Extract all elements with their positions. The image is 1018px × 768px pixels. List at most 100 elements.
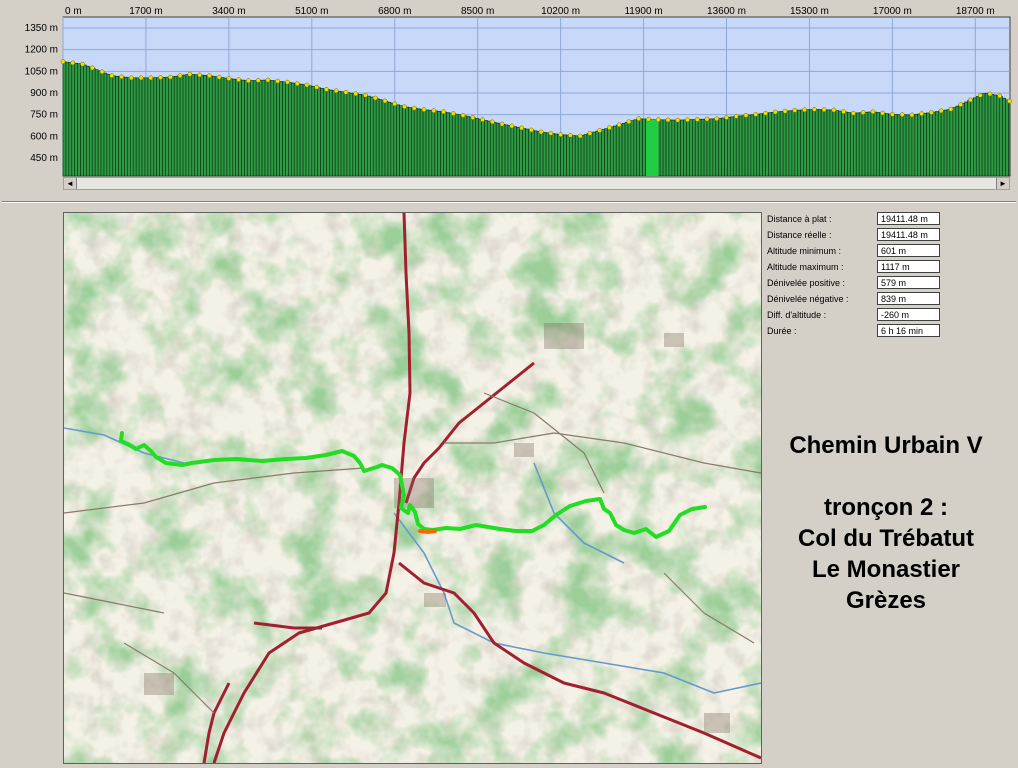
profile-terrain-segment (516, 126, 520, 177)
profile-terrain-segment (1005, 99, 1009, 177)
profile-node (333, 88, 339, 94)
profile-y-tick-label: 750 m (30, 110, 58, 121)
profile-terrain-segment (659, 119, 664, 177)
profile-terrain-segment (993, 94, 998, 177)
profile-terrain-segment (545, 132, 550, 177)
profile-terrain-segment (814, 109, 819, 177)
profile-terrain-segment (624, 122, 629, 177)
profile-terrain-segment (583, 134, 588, 177)
profile-terrain-segment (437, 110, 441, 177)
profile-terrain-segment (961, 103, 965, 177)
profile-terrain-segment (592, 131, 597, 177)
profile-terrain-segment (826, 109, 831, 177)
profile-terrain-segment (852, 112, 857, 177)
profile-terrain-segment (355, 93, 359, 177)
profile-terrain-segment (882, 112, 886, 177)
profile-terrain-segment (311, 86, 316, 177)
profile-node (792, 107, 798, 113)
profile-terrain-segment (273, 80, 278, 177)
profile-terrain-segment (820, 109, 825, 177)
scroll-right-icon[interactable]: ► (996, 178, 1009, 189)
stat-label: Distance à plat : (767, 214, 832, 224)
profile-node (265, 77, 271, 83)
elevation-profile-chart: 0 m 1700 m 3400 m 5100 m 6800 m 8500 m 10200 m… (25, 6, 1012, 177)
profile-terrain-segment (794, 109, 799, 177)
profile-x-tick-label: 8500 m (461, 6, 494, 17)
profile-node (763, 110, 768, 116)
profile-scrollbar[interactable]: ◄ ► (63, 177, 1010, 190)
profile-terrain-segment (829, 109, 834, 177)
profile-node (480, 117, 485, 123)
profile-x-tick-label: 17000 m (873, 6, 912, 17)
profile-terrain-segment (384, 101, 389, 177)
profile-terrain-segment (741, 115, 746, 177)
profile-terrain-segment (905, 114, 910, 177)
map-town-area (424, 593, 446, 607)
profile-node (80, 61, 85, 67)
profile-terrain-segment (173, 75, 178, 177)
profile-node (753, 112, 759, 117)
stat-real-distance: Distance réelle : 19411.48 m (764, 228, 954, 244)
profile-node (421, 107, 427, 112)
profile-terrain-segment (586, 133, 591, 177)
profile-terrain-segment (577, 135, 582, 177)
profile-node (207, 73, 212, 79)
stat-label: Distance réelle : (767, 230, 832, 240)
stat-label: Altitude minimum : (767, 246, 842, 256)
profile-terrain-segment (381, 100, 386, 177)
profile-terrain-segment (595, 130, 600, 177)
profile-terrain-segment (466, 116, 471, 177)
profile-node (968, 97, 973, 103)
profile-terrain-segment (891, 114, 895, 177)
profile-node (353, 91, 359, 97)
profile-node (216, 74, 222, 80)
stat-value: 19411.48 m (877, 228, 940, 241)
profile-x-tick-label: 3400 m (212, 6, 245, 17)
profile-terrain-segment (232, 78, 237, 177)
route-selected-segment[interactable] (418, 529, 437, 535)
profile-terrain-segment (548, 132, 553, 177)
profile-terrain-segment (504, 124, 509, 177)
profile-terrain-segment (129, 77, 134, 177)
profile-x-tick-label: 13600 m (707, 6, 746, 17)
profile-y-tick-label: 1050 m (25, 66, 58, 77)
profile-y-tick-label: 600 m (30, 131, 58, 142)
route-title-spacer (762, 461, 1010, 492)
profile-terrain-segment (138, 77, 143, 177)
panel-separator (2, 201, 1016, 203)
profile-node (509, 123, 515, 129)
topographic-map[interactable] (63, 212, 762, 764)
profile-terrain-segment (206, 75, 210, 177)
profile-terrain-segment (249, 80, 254, 177)
profile-x-tick-label: 1700 m (129, 6, 162, 17)
profile-terrain-segment (387, 101, 392, 177)
profile-node (616, 122, 622, 128)
stat-label: Altitude maximum : (767, 262, 844, 272)
profile-terrain-segment (981, 93, 986, 177)
profile-terrain-segment (601, 129, 605, 177)
profile-terrain-segment (908, 114, 913, 177)
profile-terrain-segment (501, 123, 506, 177)
profile-node (236, 77, 241, 82)
profile-terrain-segment (118, 76, 122, 177)
profile-terrain-segment (823, 109, 828, 177)
stat-value: 579 m (877, 276, 940, 289)
profile-terrain-segment (636, 118, 641, 177)
profile-terrain-segment (732, 116, 737, 177)
profile-terrain-segment (156, 77, 160, 177)
scroll-left-icon[interactable]: ◄ (64, 178, 77, 189)
profile-terrain-segment (630, 120, 635, 177)
profile-terrain-segment (1008, 101, 1011, 177)
profile-terrain-segment (888, 113, 892, 177)
profile-terrain-segment (255, 80, 260, 177)
profile-terrain-segment (706, 118, 711, 177)
profile-terrain-segment (264, 79, 269, 177)
profile-terrain-segment (182, 74, 187, 177)
profile-terrain-segment (220, 77, 225, 177)
profile-terrain-segment (346, 92, 351, 177)
profile-terrain-segment (510, 125, 515, 177)
profile-terrain-segment (934, 111, 939, 177)
profile-terrain-segment (88, 67, 93, 177)
profile-terrain-segment (697, 118, 702, 177)
profile-terrain-segment (197, 74, 201, 177)
